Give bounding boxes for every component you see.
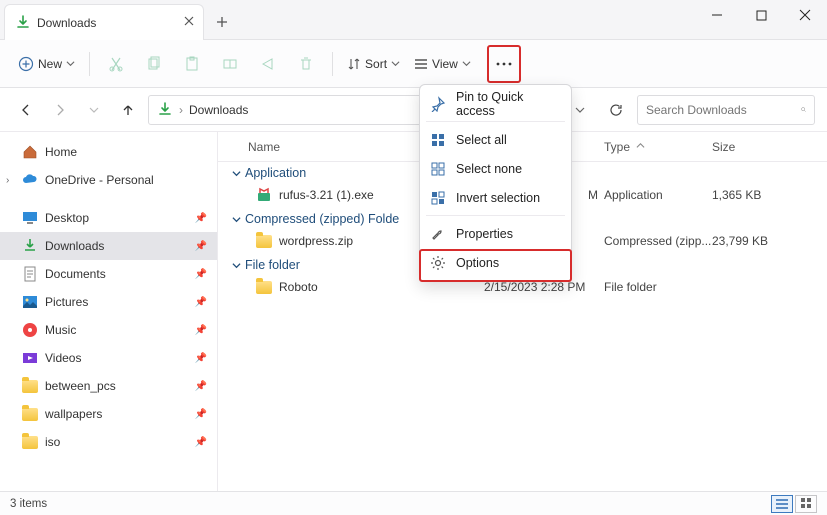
folder-icon <box>22 408 38 421</box>
view-button[interactable]: View <box>408 47 477 81</box>
thumbnails-view-button[interactable] <box>795 495 817 513</box>
status-count: 3 items <box>10 498 47 510</box>
select-none-icon <box>430 161 446 177</box>
nav-iso[interactable]: iso📌 <box>0 428 217 456</box>
folder-icon <box>256 281 272 294</box>
nav-desktop[interactable]: Desktop📌 <box>0 204 217 232</box>
sort-button[interactable]: Sort <box>341 47 406 81</box>
rename-button[interactable] <box>212 47 248 81</box>
pin-icon: 📌 <box>195 325 207 336</box>
invert-icon <box>430 190 446 206</box>
exe-icon <box>256 187 272 203</box>
videos-icon <box>22 350 38 366</box>
up-button[interactable] <box>114 96 142 124</box>
nav-row: › Downloads <box>0 88 827 132</box>
new-label: New <box>38 57 62 71</box>
tab-title: Downloads <box>37 16 96 30</box>
menu-invert-selection[interactable]: Invert selection <box>420 183 571 212</box>
pin-icon: 📌 <box>195 437 207 448</box>
home-icon <box>22 144 38 160</box>
sort-indicator-icon <box>636 142 645 151</box>
column-type[interactable]: Type <box>604 140 712 154</box>
folder-icon <box>22 436 38 449</box>
details-view-button[interactable] <box>771 495 793 513</box>
breadcrumb-current[interactable]: Downloads <box>189 103 248 117</box>
desktop-icon <box>22 210 38 226</box>
menu-select-none[interactable]: Select none <box>420 154 571 183</box>
search-icon <box>801 103 806 116</box>
forward-button[interactable] <box>46 96 74 124</box>
column-size[interactable]: Size <box>712 140 827 154</box>
pin-icon: 📌 <box>195 353 207 364</box>
menu-properties[interactable]: Properties <box>420 219 571 248</box>
chevron-down-icon <box>232 169 241 178</box>
new-tab-button[interactable] <box>204 4 240 40</box>
search-input[interactable] <box>646 103 801 117</box>
close-tab-icon[interactable] <box>183 15 195 30</box>
chevron-down-icon <box>232 215 241 224</box>
recent-button[interactable] <box>80 96 108 124</box>
folder-icon <box>22 380 38 393</box>
ellipsis-icon <box>496 62 512 66</box>
share-button[interactable] <box>250 47 286 81</box>
chevron-down-icon <box>66 59 75 68</box>
gear-icon <box>430 255 446 271</box>
download-icon <box>157 102 173 118</box>
nav-between-pcs[interactable]: between_pcs📌 <box>0 372 217 400</box>
pin-icon: 📌 <box>195 381 207 392</box>
download-icon <box>15 15 31 31</box>
zip-icon <box>256 235 272 248</box>
chevron-down-icon <box>391 59 400 68</box>
pin-icon: 📌 <box>195 409 207 420</box>
menu-pin-quick-access[interactable]: Pin to Quick access <box>420 89 571 118</box>
nav-wallpapers[interactable]: wallpapers📌 <box>0 400 217 428</box>
sort-label: Sort <box>365 57 387 71</box>
titlebar: Downloads <box>0 0 827 40</box>
search-box[interactable] <box>637 95 815 125</box>
menu-select-all[interactable]: Select all <box>420 125 571 154</box>
back-button[interactable] <box>12 96 40 124</box>
download-icon <box>22 238 38 254</box>
pin-icon: 📌 <box>195 297 207 308</box>
minimize-button[interactable] <box>695 0 739 30</box>
view-label: View <box>432 57 458 71</box>
chevron-right-icon[interactable]: › <box>6 175 9 186</box>
select-all-icon <box>430 132 446 148</box>
nav-pictures[interactable]: Pictures📌 <box>0 288 217 316</box>
status-bar: 3 items <box>0 491 827 515</box>
pin-icon: 📌 <box>195 269 207 280</box>
navigation-pane: Home › OneDrive - Personal Desktop📌 Down… <box>0 132 218 491</box>
refresh-button[interactable] <box>601 96 631 124</box>
cut-button[interactable] <box>98 47 134 81</box>
new-button[interactable]: New <box>12 47 81 81</box>
maximize-button[interactable] <box>739 0 783 30</box>
delete-button[interactable] <box>288 47 324 81</box>
chevron-right-icon: › <box>179 103 183 117</box>
pin-icon: 📌 <box>195 213 207 224</box>
pin-icon: 📌 <box>195 241 207 252</box>
wrench-icon <box>430 226 446 242</box>
menu-options[interactable]: Options <box>420 248 571 277</box>
close-window-button[interactable] <box>783 0 827 30</box>
chevron-down-icon <box>232 261 241 270</box>
paste-button[interactable] <box>174 47 210 81</box>
document-icon <box>22 266 38 282</box>
tab-downloads[interactable]: Downloads <box>4 4 204 40</box>
copy-button[interactable] <box>136 47 172 81</box>
nav-onedrive[interactable]: › OneDrive - Personal <box>0 166 217 194</box>
more-menu: Pin to Quick access Select all Select no… <box>419 84 572 282</box>
nav-documents[interactable]: Documents📌 <box>0 260 217 288</box>
cloud-icon <box>22 172 38 188</box>
nav-music[interactable]: Music📌 <box>0 316 217 344</box>
nav-downloads[interactable]: Downloads📌 <box>0 232 217 260</box>
nav-home[interactable]: Home <box>0 138 217 166</box>
music-icon <box>22 322 38 338</box>
chevron-down-icon <box>462 59 471 68</box>
pictures-icon <box>22 294 38 310</box>
toolbar: New Sort View <box>0 40 827 88</box>
nav-videos[interactable]: Videos📌 <box>0 344 217 372</box>
more-button[interactable] <box>489 47 519 81</box>
pin-icon <box>430 96 446 112</box>
